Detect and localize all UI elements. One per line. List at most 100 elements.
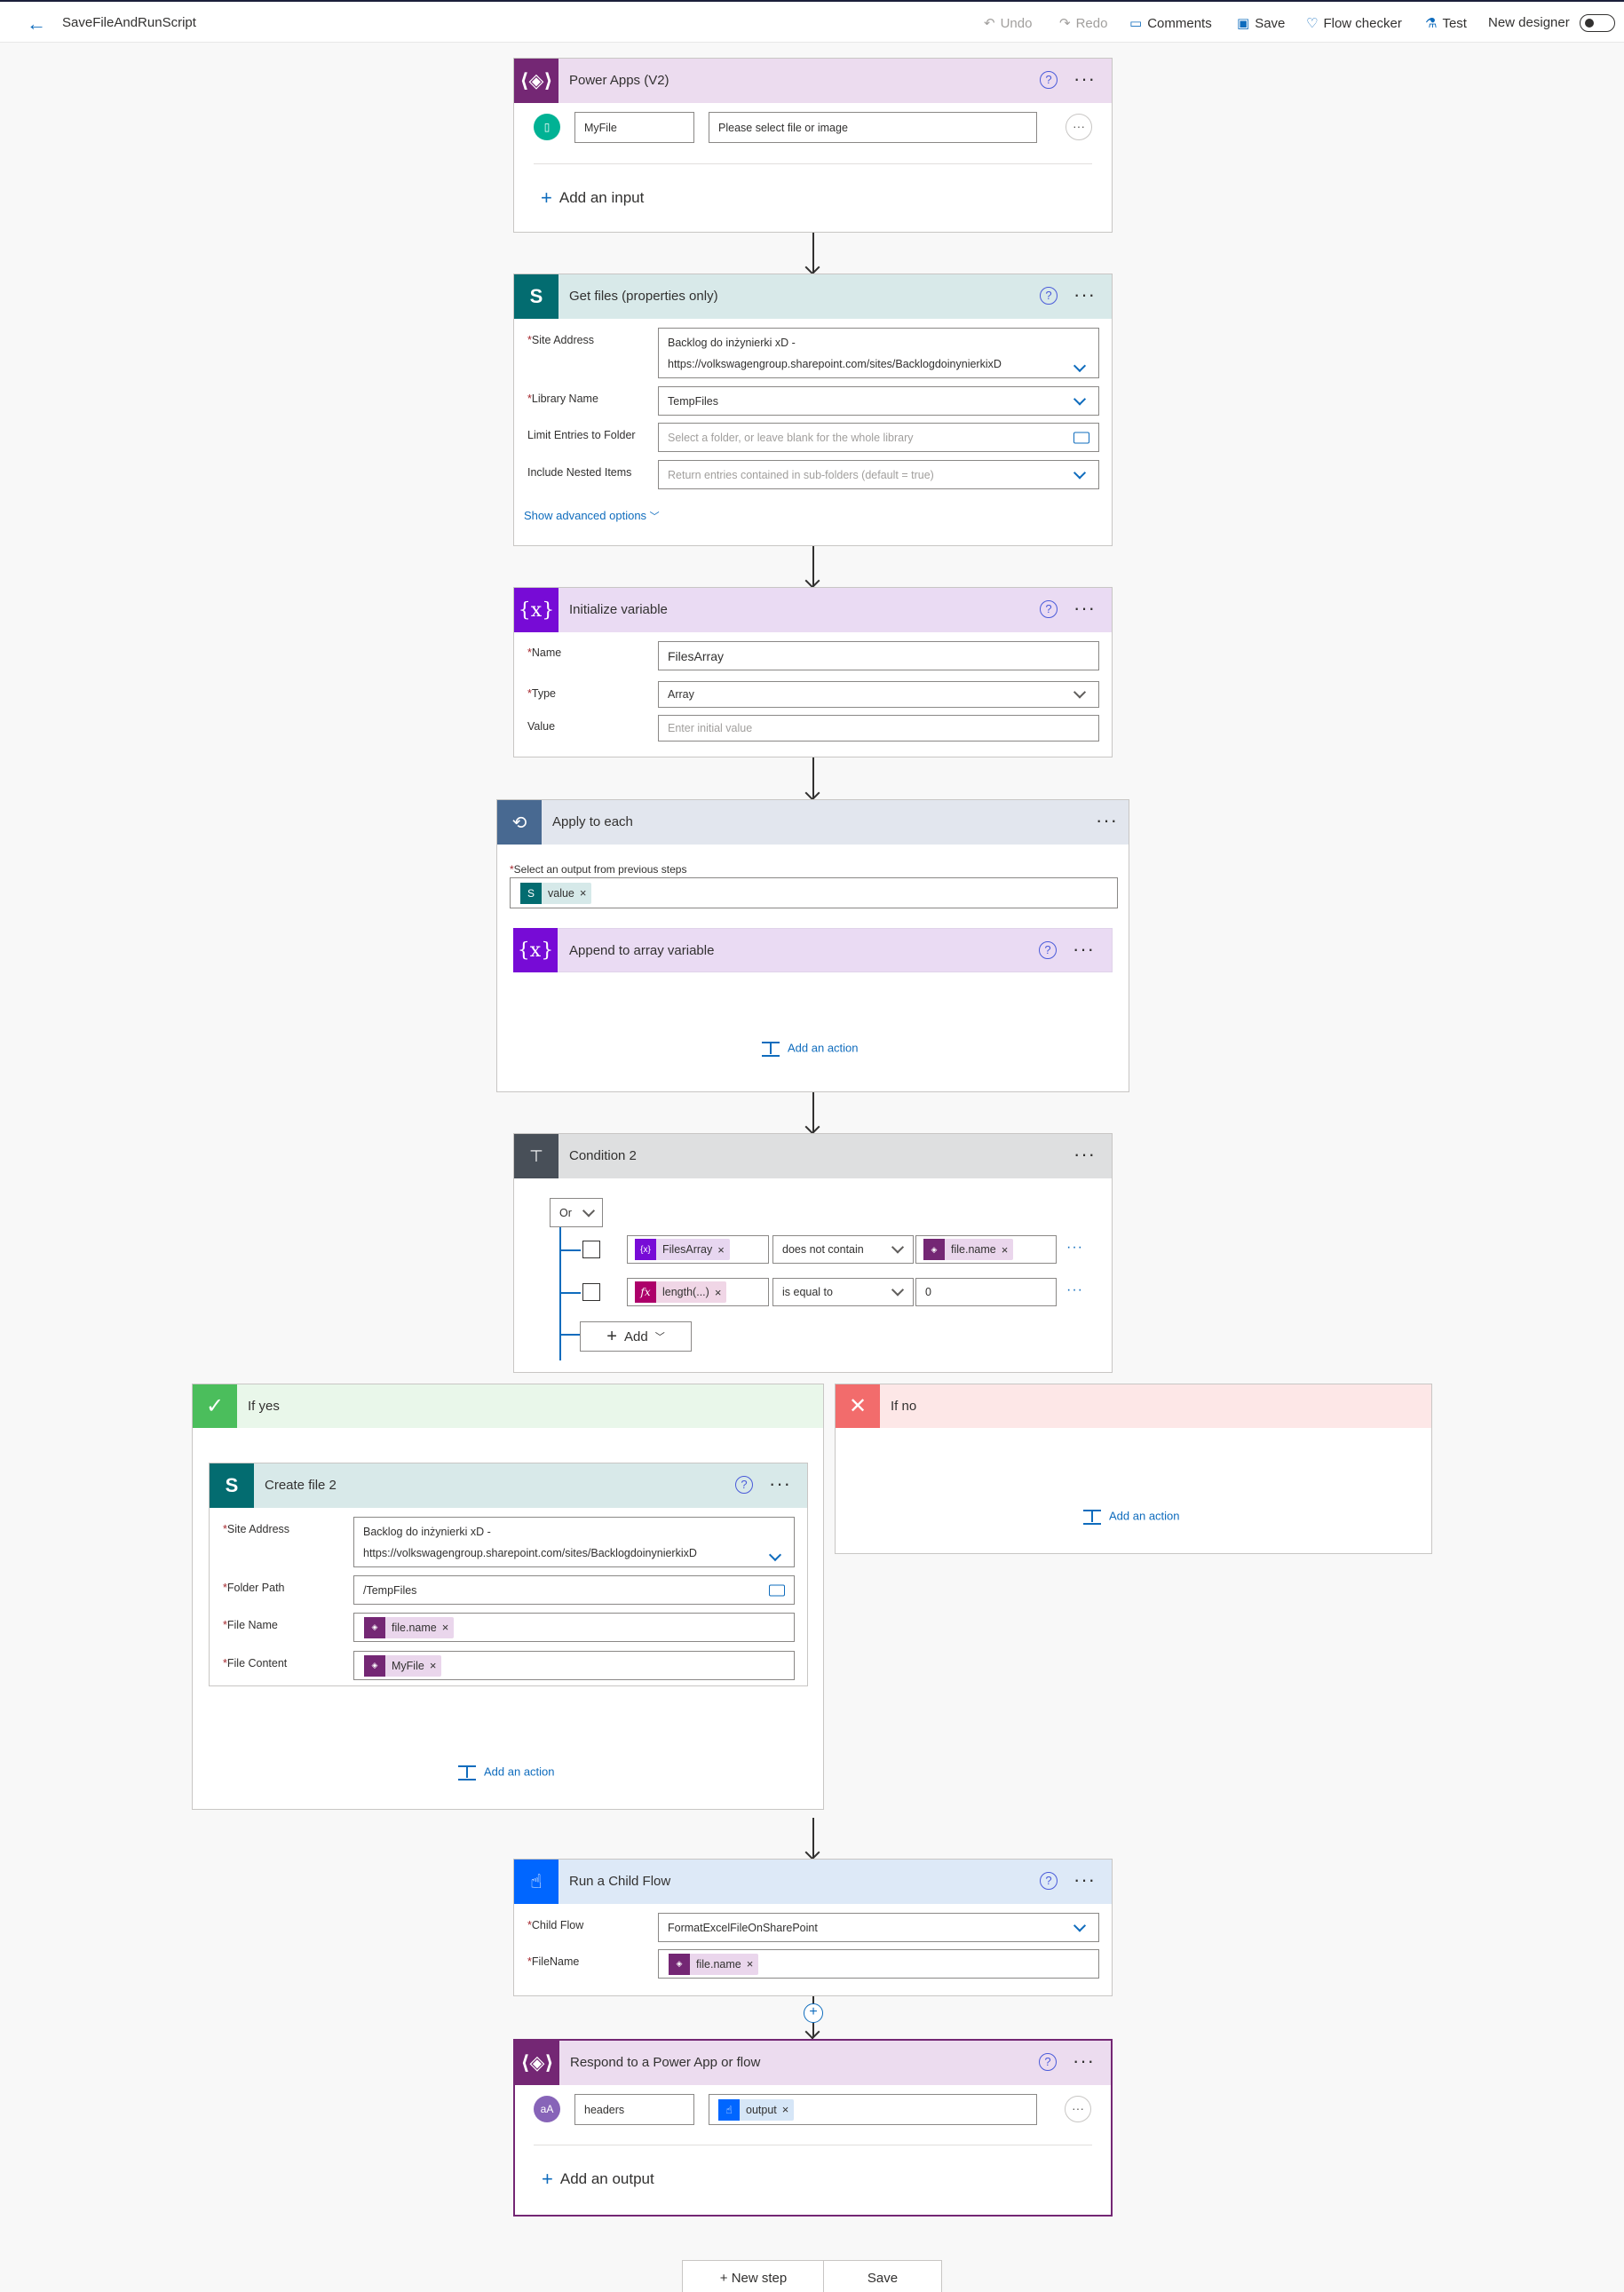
card-header[interactable]: S Create file 2 ? ··· <box>210 1463 807 1508</box>
card-header[interactable]: ⟲ Apply to each ··· <box>497 800 1129 845</box>
chevron-down-icon[interactable] <box>891 1241 905 1254</box>
comments-button[interactable]: ▭ Comments <box>1129 15 1212 31</box>
help-icon[interactable]: ? <box>735 1476 753 1494</box>
remove-token-icon[interactable]: × <box>715 1286 722 1299</box>
select-output-input[interactable]: Svalue × <box>510 877 1118 908</box>
help-icon[interactable]: ? <box>1040 1872 1058 1890</box>
my-file-token[interactable]: ◈ MyFile × <box>364 1654 442 1677</box>
new-step-button[interactable]: + New step <box>682 2260 825 2292</box>
redo-button[interactable]: ↷ Redo <box>1059 15 1107 31</box>
card-header[interactable]: S Get files (properties only) ? ··· <box>514 274 1112 319</box>
chevron-down-icon[interactable] <box>891 1283 905 1297</box>
variable-value-input[interactable]: Enter initial value <box>658 715 1099 742</box>
folder-icon[interactable] <box>769 1584 785 1596</box>
chevron-down-icon[interactable] <box>1073 392 1087 406</box>
more-options-icon[interactable]: ··· <box>769 1472 791 1495</box>
folder-path-input[interactable]: /TempFiles <box>353 1575 795 1605</box>
length-expression-token[interactable]: fx length(...) × <box>635 1281 727 1303</box>
help-icon[interactable]: ? <box>1040 71 1058 89</box>
file-name-token[interactable]: ◈ file.name × <box>364 1616 455 1638</box>
add-output-link[interactable]: + Add an output <box>542 2168 654 2191</box>
branch-header[interactable]: ✓ If yes <box>193 1384 823 1428</box>
card-header[interactable]: ☝ Run a Child Flow ? ··· <box>514 1860 1112 1904</box>
more-options-icon[interactable]: ··· <box>1073 67 1096 91</box>
chevron-down-icon[interactable] <box>1073 1918 1087 1932</box>
condition-operator-select[interactable]: is equal to <box>772 1278 914 1306</box>
more-options-icon[interactable]: ··· <box>1073 1868 1096 1891</box>
help-icon[interactable]: ? <box>1040 287 1058 305</box>
row-checkbox[interactable] <box>582 1241 600 1258</box>
remove-token-icon[interactable]: × <box>580 886 587 900</box>
test-button[interactable]: ⚗ Test <box>1425 15 1467 31</box>
condition-right-value[interactable]: 0 <box>915 1278 1057 1306</box>
card-header[interactable]: ⟨◈⟩ Respond to a Power App or flow ? ··· <box>515 2041 1111 2085</box>
remove-token-icon[interactable]: × <box>717 1243 725 1257</box>
filename-input[interactable]: ◈ file.name × <box>658 1949 1099 1979</box>
remove-token-icon[interactable]: × <box>782 2103 789 2116</box>
more-options-icon[interactable]: ··· <box>1096 809 1118 832</box>
folder-icon[interactable] <box>1073 432 1089 443</box>
more-options-icon[interactable]: ··· <box>1073 2050 1095 2073</box>
help-icon[interactable]: ? <box>1039 941 1057 959</box>
add-action-link[interactable]: Add an action <box>457 1764 555 1781</box>
remove-token-icon[interactable]: × <box>1002 1243 1009 1257</box>
add-action-link[interactable]: Add an action <box>761 1040 859 1058</box>
condition-operator-select[interactable]: does not contain <box>772 1235 914 1264</box>
chevron-down-icon[interactable] <box>1073 465 1087 480</box>
help-icon[interactable]: ? <box>1039 2053 1057 2071</box>
site-address-input[interactable]: Backlog do inżynierki xD - https://volks… <box>658 328 1099 378</box>
input-more-icon[interactable]: ··· <box>1066 114 1092 140</box>
variable-name-input[interactable]: FilesArray <box>658 641 1099 670</box>
group-operator-select[interactable]: Or <box>550 1198 603 1227</box>
more-options-icon[interactable]: ··· <box>1073 1143 1096 1166</box>
condition-right-operand[interactable]: ◈ file.name × <box>915 1235 1057 1264</box>
card-header[interactable]: {x} Initialize variable ? ··· <box>514 588 1112 632</box>
files-array-token[interactable]: {x} FilesArray × <box>635 1239 730 1260</box>
remove-token-icon[interactable]: × <box>430 1659 437 1672</box>
variable-type-select[interactable]: Array <box>658 681 1099 708</box>
output-token[interactable]: ☝ output × <box>718 2098 795 2121</box>
flow-checker-button[interactable]: ♡ Flow checker <box>1306 15 1402 31</box>
output-more-icon[interactable]: ··· <box>1065 2096 1091 2122</box>
add-input-link[interactable]: + Add an input <box>541 186 644 210</box>
more-options-icon[interactable]: ··· <box>1073 283 1096 306</box>
include-nested-select[interactable]: Return entries contained in sub-folders … <box>658 460 1099 489</box>
undo-button[interactable]: ↶ Undo <box>984 15 1032 31</box>
new-designer-toggle[interactable] <box>1580 14 1615 32</box>
condition-left-operand[interactable]: fx length(...) × <box>627 1278 769 1306</box>
card-header[interactable]: ⊤ Condition 2 ··· <box>514 1134 1112 1178</box>
output-name-field[interactable]: headers <box>574 2094 694 2125</box>
input-description-field[interactable]: Please select file or image <box>709 112 1037 143</box>
add-condition-button[interactable]: + Add ﹀ <box>580 1321 692 1352</box>
value-token[interactable]: Svalue × <box>520 882 592 904</box>
input-name-field[interactable]: MyFile <box>574 112 694 143</box>
chevron-down-icon[interactable] <box>1073 686 1087 699</box>
condition-left-operand[interactable]: {x} FilesArray × <box>627 1235 769 1264</box>
branch-header[interactable]: ✕ If no <box>836 1384 1431 1428</box>
row-more-icon[interactable]: ··· <box>1066 1240 1083 1256</box>
chevron-down-icon[interactable] <box>582 1203 596 1217</box>
chevron-down-icon[interactable] <box>768 1548 782 1562</box>
more-options-icon[interactable]: ··· <box>1073 938 1095 961</box>
save-button[interactable]: ▣ Save <box>1237 15 1285 31</box>
file-content-input[interactable]: ◈ MyFile × <box>353 1651 795 1680</box>
card-header[interactable]: ⟨◈⟩ Power Apps (V2) ? ··· <box>514 59 1112 103</box>
remove-token-icon[interactable]: × <box>442 1621 449 1634</box>
file-name-input[interactable]: ◈ file.name × <box>353 1613 795 1642</box>
row-more-icon[interactable]: ··· <box>1066 1282 1083 1298</box>
arrow-left-icon[interactable]: ← <box>27 12 46 36</box>
output-value-field[interactable]: ☝ output × <box>709 2094 1037 2125</box>
footer-save-button[interactable]: Save <box>823 2260 942 2292</box>
insert-step-icon[interactable]: + <box>804 2003 823 2023</box>
library-name-select[interactable]: TempFiles <box>658 386 1099 416</box>
show-advanced-options-link[interactable]: Show advanced options ﹀ <box>524 509 660 523</box>
remove-token-icon[interactable]: × <box>747 1957 754 1971</box>
add-action-link[interactable]: Add an action <box>1082 1508 1180 1526</box>
limit-entries-input[interactable]: Select a folder, or leave blank for the … <box>658 423 1099 452</box>
child-flow-select[interactable]: FormatExcelFileOnSharePoint <box>658 1913 1099 1942</box>
help-icon[interactable]: ? <box>1040 600 1058 618</box>
chevron-down-icon[interactable] <box>1073 359 1087 373</box>
file-name-token[interactable]: ◈ file.name × <box>923 1239 1014 1260</box>
site-address-input[interactable]: Backlog do inżynierki xD - https://volks… <box>353 1517 795 1567</box>
append-to-array-card[interactable]: {x} Append to array variable ? ··· <box>513 928 1113 972</box>
